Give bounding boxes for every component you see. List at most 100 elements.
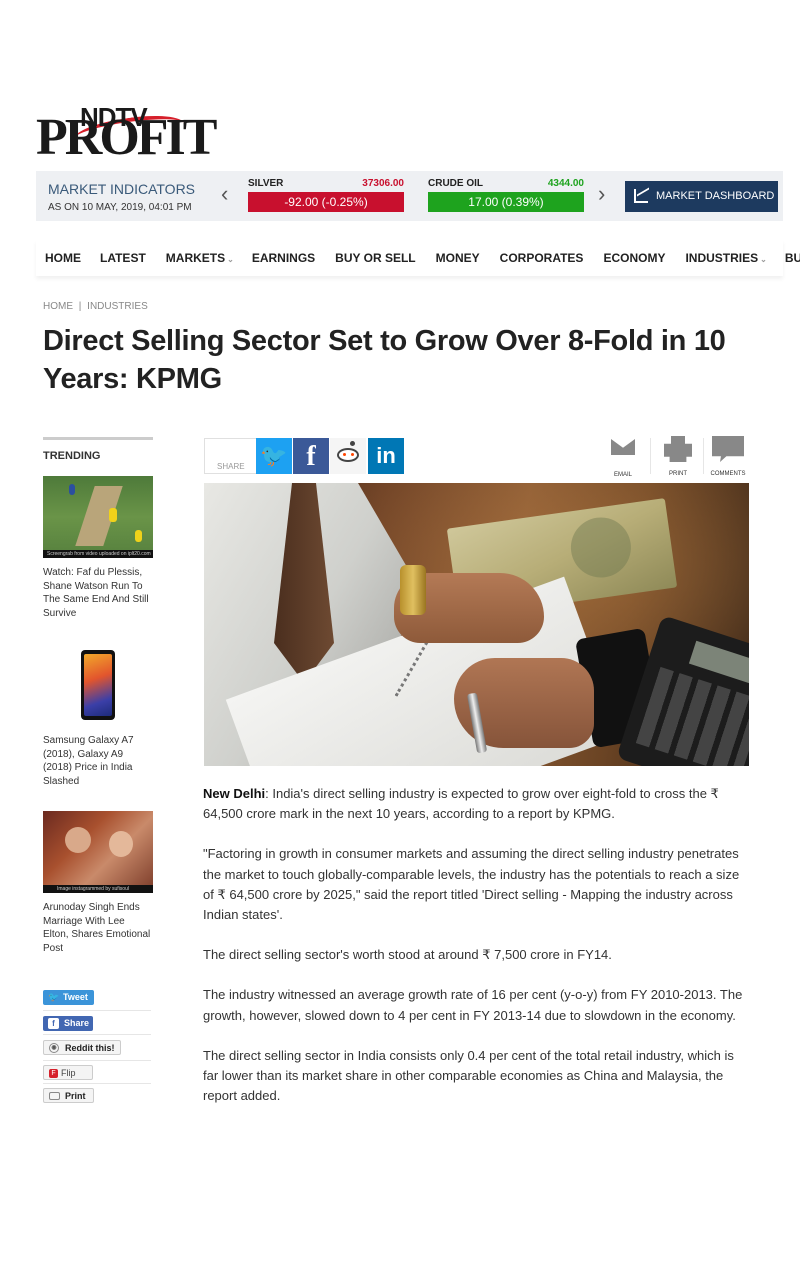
dateline: New Delhi: [203, 786, 266, 801]
printer-icon: [49, 1092, 60, 1100]
divider: [703, 438, 704, 474]
facebook-share-button[interactable]: f: [293, 438, 329, 474]
divider: [650, 438, 651, 474]
facebook-icon: f: [48, 1018, 59, 1029]
share-label: Share: [64, 1018, 90, 1028]
tweet-button[interactable]: 🐦 Tweet: [43, 990, 94, 1005]
email-label: EMAIL: [613, 472, 632, 478]
nav-earnings[interactable]: EARNINGS: [242, 240, 325, 276]
comments-action[interactable]: COMMENTS: [708, 436, 748, 477]
flip-label: Flip: [61, 1068, 76, 1078]
nav-latest[interactable]: LATEST: [90, 240, 156, 276]
twitter-icon: 🐦: [260, 443, 288, 468]
nav-label: MONEY: [435, 251, 480, 265]
article-hero-image: [204, 483, 749, 766]
market-item-silver[interactable]: SILVER 37306.00 -92.00 (-0.25%): [248, 178, 404, 212]
nav-label: EARNINGS: [251, 251, 316, 265]
nav-label: HOME: [45, 251, 81, 265]
print-action[interactable]: PRINT: [658, 436, 698, 477]
market-dashboard-button[interactable]: MARKET DASHBOARD: [625, 181, 778, 212]
breadcrumb: HOME | INDUSTRIES: [43, 301, 148, 312]
person-shape: [109, 831, 133, 857]
player-shape: [69, 484, 75, 495]
reddit-label: Reddit this!: [65, 1043, 115, 1053]
divider: [43, 1010, 151, 1011]
nav-home[interactable]: HOME: [36, 240, 90, 276]
chevron-down-icon: ⌄: [227, 255, 234, 264]
market-item-change: -92.00 (-0.25%): [248, 192, 404, 212]
print-button[interactable]: Print: [43, 1088, 94, 1103]
nav-label: INDUSTRIES: [685, 251, 759, 265]
market-item-value: 37306.00: [362, 178, 404, 189]
trending-divider: [43, 437, 153, 440]
market-next-arrow-icon[interactable]: ›: [598, 183, 605, 205]
divider: [43, 1060, 151, 1061]
market-item-crude-oil[interactable]: CRUDE OIL 4344.00 17.00 (0.39%): [428, 178, 584, 212]
market-item-change: 17.00 (0.39%): [428, 192, 584, 212]
comment-bubble-icon: [712, 436, 744, 462]
nav-industries[interactable]: INDUSTRIES ⌄: [675, 240, 774, 276]
reddit-icon: [350, 441, 355, 446]
chevron-down-icon: ⌄: [760, 255, 767, 264]
nav-label: LATEST: [100, 251, 146, 265]
player-shape: [135, 530, 142, 542]
reddit-alien-icon: [337, 448, 359, 462]
email-action[interactable]: EMAIL: [603, 436, 643, 478]
nav-corporates[interactable]: CORPORATES: [490, 240, 594, 276]
nav-budget[interactable]: BUDGET: [775, 240, 800, 276]
facebook-icon: f: [306, 441, 316, 472]
article-paragraph: "Factoring in growth in consumer markets…: [203, 846, 740, 923]
market-dashboard-label: MARKET DASHBOARD: [656, 190, 775, 202]
nav-label: BUY OR SELL: [335, 251, 416, 265]
nav-buy-or-sell[interactable]: BUY OR SELL: [325, 240, 425, 276]
flipboard-icon: F: [49, 1069, 58, 1078]
market-indicators-title: MARKET INDICATORS: [48, 181, 196, 197]
article-title: Direct Selling Sector Set to Grow Over 8…: [43, 325, 726, 395]
nav-label: CORPORATES: [499, 251, 584, 265]
phone-screen: [84, 654, 112, 716]
envelope-icon: [611, 439, 635, 455]
reddit-share-button[interactable]: [330, 438, 366, 474]
trending-thumb-phone[interactable]: [43, 646, 153, 720]
market-indicators-bar: MARKET INDICATORS AS ON 10 MAY, 2019, 04…: [36, 171, 783, 221]
nav-money[interactable]: MONEY: [426, 240, 490, 276]
person-shape: [65, 827, 91, 853]
chart-icon: [634, 189, 648, 203]
breadcrumb-industries[interactable]: INDUSTRIES: [87, 301, 148, 312]
twitter-icon: 🐦: [48, 992, 60, 1002]
print-label: PRINT: [669, 471, 687, 477]
nav-markets[interactable]: MARKETS ⌄: [156, 240, 242, 276]
article-paragraph: The industry witnessed an average growth…: [203, 987, 743, 1023]
logo-profit-text: PROFIT: [36, 109, 217, 166]
facebook-share-button[interactable]: f Share: [43, 1016, 93, 1031]
article-paragraph: New Delhi: India's direct selling indust…: [203, 784, 751, 824]
linkedin-share-button[interactable]: in: [368, 438, 404, 474]
ndtv-profit-logo[interactable]: NDTV PROFIT: [36, 102, 217, 166]
watch-shape: [400, 565, 426, 615]
flipboard-button[interactable]: F Flip: [43, 1065, 93, 1080]
reddit-icon: ◉: [49, 1043, 59, 1053]
trending-caption-2[interactable]: Samsung Galaxy A7 (2018), Galaxy A9 (201…: [43, 734, 153, 788]
nav-label: MARKETS: [165, 251, 226, 265]
trending-heading: TRENDING: [43, 450, 101, 462]
breadcrumb-home[interactable]: HOME: [43, 301, 73, 312]
market-item-value: 4344.00: [547, 178, 584, 189]
market-prev-arrow-icon[interactable]: ‹: [221, 183, 228, 205]
nav-label: ECONOMY: [603, 251, 666, 265]
tweet-label: Tweet: [63, 992, 88, 1002]
trending-caption-3[interactable]: Arunoday Singh Ends Marriage With Lee El…: [43, 901, 153, 955]
article-body: New Delhi: India's direct selling indust…: [203, 784, 751, 1126]
linkedin-icon: in: [376, 443, 396, 468]
nav-economy[interactable]: ECONOMY: [593, 240, 675, 276]
article-paragraph: The direct selling sector's worth stood …: [203, 947, 612, 963]
trending-thumb-wedding[interactable]: Image instagrammed by sufisoul: [43, 811, 153, 893]
divider: [43, 1034, 151, 1035]
trending-thumb-cricket[interactable]: Screengrab from video uploaded on iplt20…: [43, 476, 153, 558]
twitter-share-button[interactable]: 🐦: [256, 438, 292, 474]
article-paragraph: The direct selling sector in India consi…: [203, 1047, 734, 1104]
paragraph-text: : India's direct selling industry is exp…: [203, 786, 719, 822]
trending-caption-1[interactable]: Watch: Faf du Plessis, Shane Watson Run …: [43, 566, 153, 620]
reddit-button[interactable]: ◉ Reddit this!: [43, 1040, 121, 1055]
player-shape: [109, 508, 117, 522]
comments-label: COMMENTS: [710, 471, 746, 477]
